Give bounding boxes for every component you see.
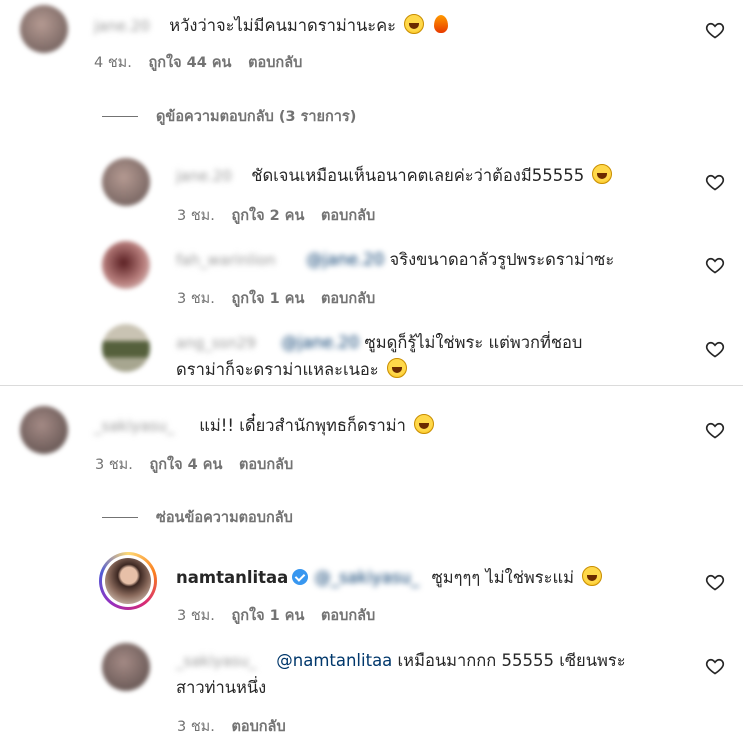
reply-text-line1: เหมือนมากกก 55555 เซียนพระ [397,651,626,670]
reply-meta: 3 ชม. ถูกใจ 2 คน ตอบกลับ [177,204,375,227]
comment-meta: 4 ชม. ถูกใจ 44 คน ตอบกลับ [94,51,302,74]
comment: jane.20 หวังว่าจะไม่มีคนมาดราม่านะคะ [94,13,449,39]
reply-button[interactable]: ตอบกลับ [231,719,285,735]
reply-meta: 3 ชม. ตอบกลับ [177,715,286,738]
avatar[interactable] [102,241,150,289]
like-heart-icon[interactable] [705,420,725,440]
avatar-story-ring[interactable] [99,552,157,610]
avatar[interactable] [20,5,68,53]
reply-comment: fah_warinlion @jane.20 จริงขนาดอาลัวรูปพ… [176,247,614,273]
comment-text: หวังว่าจะไม่มีคนมาดราม่านะคะ [169,16,397,35]
comment: _sakiyasu_ แม่!! เดี๋ยวสำนักพุทธก็ดราม่า [94,413,435,439]
like-heart-icon[interactable] [705,255,725,275]
reply-mention[interactable]: @jane.20 [306,250,384,269]
comment-time[interactable]: 3 ชม. [95,457,133,473]
reply-meta: 3 ชม. ถูกใจ 1 คน ตอบกลับ [177,604,375,627]
toggle-dash [102,116,138,117]
reply-button[interactable]: ตอบกลับ [321,291,375,307]
tears-of-joy-emoji [386,358,407,378]
tears-of-joy-emoji [582,566,603,586]
like-heart-icon[interactable] [705,656,725,676]
reply-mention[interactable]: @namtanlitaa [276,651,392,670]
reply-mention[interactable]: @_sakiyasu_ [314,565,426,591]
reply-likes[interactable]: ถูกใจ 1 คน [231,291,304,307]
divider [0,385,743,386]
reply-username[interactable]: jane.20 [176,163,246,189]
reply-meta: 3 ชม. ถูกใจ 1 คน ตอบกลับ [177,287,375,310]
hide-replies-toggle[interactable]: ซ่อนข้อความตอบกลับ [102,506,293,529]
reply-text: ชัดเจนเหมือนเห็นอนาคตเลยค่ะว่าต้องมี5555… [251,166,585,185]
comment-meta: 3 ชม. ถูกใจ 4 คน ตอบกลับ [95,453,293,476]
comment-time[interactable]: 4 ชม. [94,55,132,71]
fire-emoji [433,14,449,34]
view-replies-toggle[interactable]: ดูข้อความตอบกลับ (3 รายการ) [102,105,356,128]
reply-comment: namtanlitaa @_sakiyasu_ ซูมๆๆๆ ไม่ใช่พระแ… [176,565,603,591]
reply-username[interactable]: fah_warinlion [176,247,301,273]
comment-likes[interactable]: ถูกใจ 44 คน [148,55,231,71]
avatar-photo [105,558,151,604]
reply-text: ซูมๆๆๆ ไม่ใช่พระแม่ [431,568,575,587]
reply-time[interactable]: 3 ชม. [177,719,215,735]
reply-text-line2: สาวท่านหนึ่ง [176,678,267,697]
reply-likes[interactable]: ถูกใจ 2 คน [231,208,304,224]
like-heart-icon[interactable] [705,172,725,192]
tears-of-joy-emoji [592,164,613,184]
reply-comment-line2: ดราม่าก็จะดราม่าแหละเนอะ [176,357,407,383]
avatar[interactable] [102,643,150,691]
tears-of-joy-emoji [404,14,425,34]
reply-text-line1: ซูมดูก็รู้ไม่ใช่พระ แต่พวกที่ชอบ [364,333,583,352]
reply-text: จริงขนาดอาลัวรูปพระดราม่าซะ [389,250,615,269]
reply-comment: _sakiyasu_ @namtanlitaa เหมือนมากกก 5555… [176,648,626,674]
reply-button[interactable]: ตอบกลับ [248,55,302,71]
reply-time[interactable]: 3 ชม. [177,291,215,307]
comment-text: แม่!! เดี๋ยวสำนักพุทธก็ดราม่า [199,416,406,435]
comment-username[interactable]: jane.20 [94,13,164,39]
reply-comment-line2: สาวท่านหนึ่ง [176,675,266,701]
reply-comment: jane.20 ชัดเจนเหมือนเห็นอนาคตเลยค่ะว่าต้… [176,163,613,189]
reply-username[interactable]: _sakiyasu_ [176,648,271,674]
reply-likes[interactable]: ถูกใจ 1 คน [231,608,304,624]
avatar [102,555,154,607]
reply-button[interactable]: ตอบกลับ [239,457,293,473]
avatar[interactable] [102,158,150,206]
avatar[interactable] [20,406,68,454]
reply-button[interactable]: ตอบกลับ [321,208,375,224]
like-heart-icon[interactable] [705,339,725,359]
reply-mention[interactable]: @jane.20 [281,333,359,352]
toggle-dash [102,517,138,518]
reply-time[interactable]: 3 ชม. [177,208,215,224]
comment-username[interactable]: _sakiyasu_ [94,413,194,439]
reply-username[interactable]: namtanlitaa [176,568,288,587]
reply-text-line2: ดราม่าก็จะดราม่าแหละเนอะ [176,360,379,379]
verified-badge-icon [292,569,309,585]
reply-comment: ang_ssn29 @jane.20 ซูมดูก็รู้ไม่ใช่พระ แ… [176,330,582,356]
view-replies-label: ดูข้อความตอบกลับ (3 รายการ) [156,109,357,125]
tears-of-joy-emoji [414,414,435,434]
avatar[interactable] [102,324,150,372]
hide-replies-label: ซ่อนข้อความตอบกลับ [156,510,293,526]
like-heart-icon[interactable] [705,20,725,40]
comment-likes[interactable]: ถูกใจ 4 คน [149,457,222,473]
reply-button[interactable]: ตอบกลับ [321,608,375,624]
reply-time[interactable]: 3 ชม. [177,608,215,624]
like-heart-icon[interactable] [705,572,725,592]
reply-username[interactable]: ang_ssn29 [176,330,276,356]
